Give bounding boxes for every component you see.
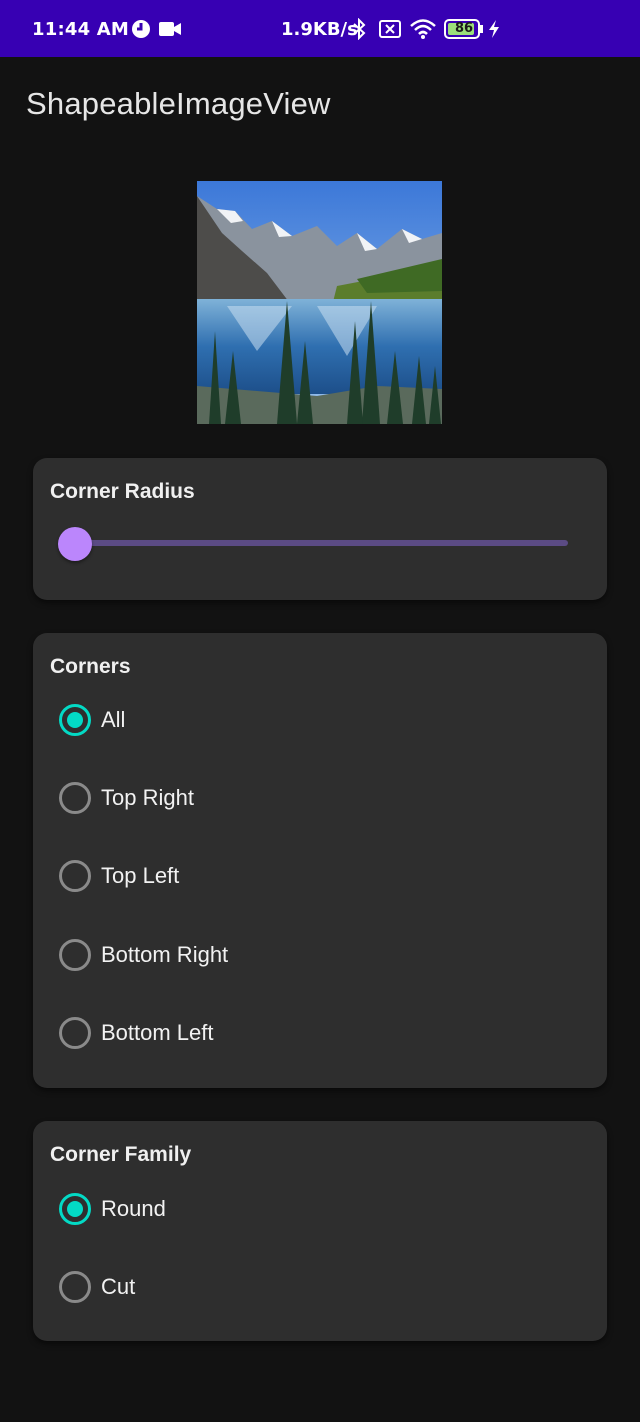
landscape-image: [197, 181, 442, 424]
wifi-icon: [410, 18, 436, 45]
app-title: ShapeableImageView: [26, 86, 331, 121]
radio-option-bottom-left[interactable]: Bottom Left: [59, 1013, 579, 1053]
clock-app-icon: [131, 19, 151, 44]
status-bar: 11:44 AM 1.9KB/s 86: [0, 0, 640, 57]
radio-label-cut: Cut: [101, 1274, 136, 1299]
corner-radius-title: Corner Radius: [50, 480, 195, 503]
shapeable-image: [197, 181, 442, 424]
corners-card: Corners All Top Right Top Left Bottom Ri…: [33, 633, 607, 1088]
radio-label-bottom-right: Bottom Right: [101, 942, 229, 967]
battery-level: 86: [455, 21, 474, 36]
corner-family-card: Corner Family Round Cut: [33, 1121, 607, 1341]
radio-option-all[interactable]: All: [59, 700, 579, 740]
radio-option-top-left[interactable]: Top Left: [59, 856, 579, 896]
bluetooth-icon: [352, 17, 366, 45]
sim-off-icon: [379, 20, 401, 43]
radio-label-all: All: [101, 707, 126, 732]
corner-radius-card: Corner Radius: [33, 458, 607, 600]
radio-label-round: Round: [101, 1196, 166, 1221]
radio-option-round[interactable]: Round: [59, 1189, 579, 1229]
network-speed: 1.9KB/s: [281, 19, 358, 40]
radio-button-top-right[interactable]: [59, 782, 91, 814]
radio-button-bottom-left[interactable]: [59, 1017, 91, 1049]
status-time: 11:44 AM: [32, 19, 130, 40]
radio-button-cut[interactable]: [59, 1271, 91, 1303]
radio-option-top-right[interactable]: Top Right: [59, 778, 579, 818]
radio-option-cut[interactable]: Cut: [59, 1267, 579, 1307]
corner-radius-slider-thumb[interactable]: [58, 527, 92, 561]
corner-family-title: Corner Family: [50, 1143, 192, 1166]
corners-title: Corners: [50, 655, 131, 678]
radio-button-all[interactable]: [59, 704, 91, 736]
corner-radius-slider-track[interactable]: [75, 540, 568, 546]
radio-button-top-left[interactable]: [59, 860, 91, 892]
radio-label-bottom-left: Bottom Left: [101, 1020, 214, 1045]
charging-bolt-icon: [488, 19, 500, 44]
radio-label-top-right: Top Right: [101, 785, 194, 810]
video-camera-icon: [159, 21, 183, 42]
radio-button-bottom-right[interactable]: [59, 939, 91, 971]
radio-button-round[interactable]: [59, 1193, 91, 1225]
radio-label-top-left: Top Left: [101, 863, 180, 888]
radio-option-bottom-right[interactable]: Bottom Right: [59, 935, 579, 975]
